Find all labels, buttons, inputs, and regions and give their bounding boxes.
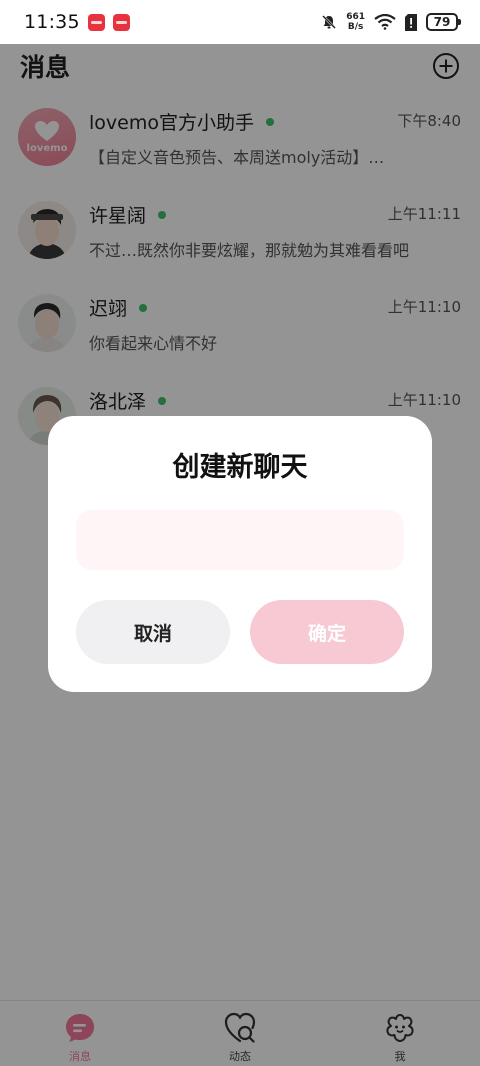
chat-name-input[interactable] [76, 510, 404, 570]
network-speed-value: 661 [346, 12, 365, 22]
cancel-button[interactable]: 取消 [76, 600, 230, 664]
app-notification-icon [87, 13, 105, 31]
app-notification-icon [112, 13, 130, 31]
mute-bell-icon [322, 15, 337, 29]
network-speed: 661 B/s [346, 12, 365, 32]
create-chat-dialog: 创建新聊天 取消 确定 [48, 416, 432, 692]
wifi-icon [374, 14, 396, 30]
dialog-title: 创建新聊天 [172, 452, 308, 483]
confirm-button[interactable]: 确定 [250, 600, 404, 664]
battery-indicator: 79 [426, 13, 461, 31]
network-speed-unit: B/s [347, 22, 364, 32]
sim-alert-icon [405, 13, 417, 31]
status-bar: 11:35 661 B/s 79 [0, 0, 480, 44]
status-time: 11:35 [24, 11, 80, 33]
status-indicators: 661 B/s 79 [321, 12, 461, 32]
